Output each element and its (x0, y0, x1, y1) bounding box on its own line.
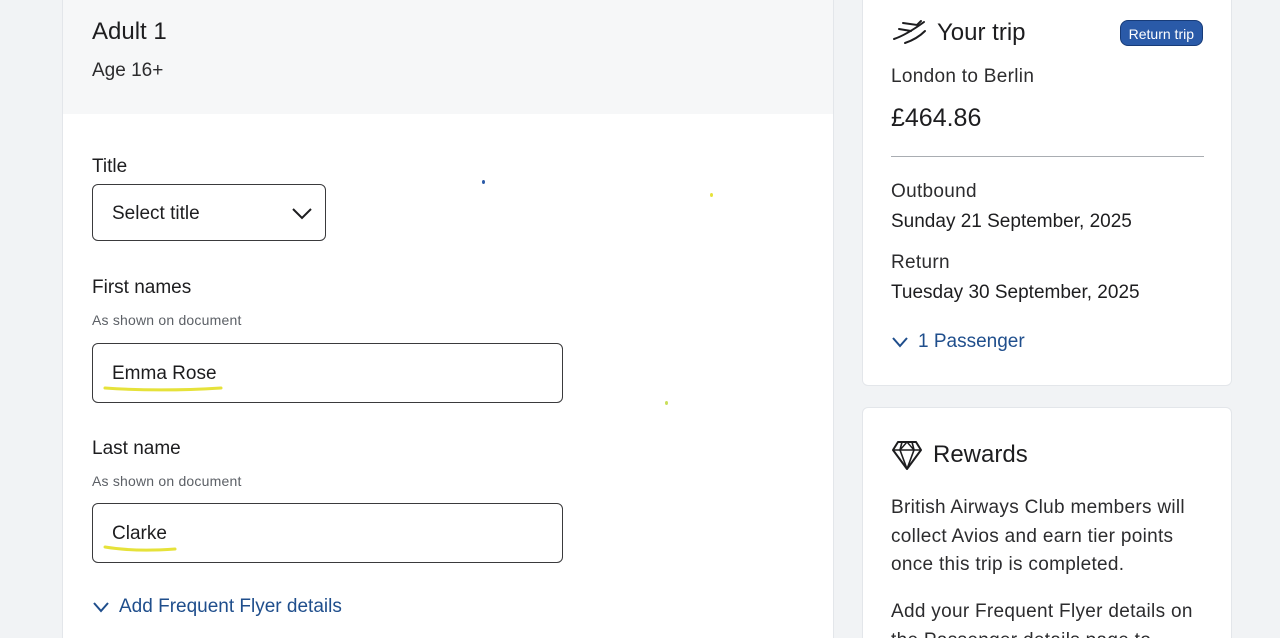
passenger-title: Adult 1 (92, 18, 167, 45)
rewards-header: Rewards (891, 439, 1028, 471)
rewards-description: British Airways Club members will collec… (891, 497, 1185, 575)
return-label: Return (891, 252, 950, 273)
first-names-hint: As shown on document (92, 312, 242, 328)
rewards-frequent-flyer-note: Add your Frequent Flyer details on the P… (891, 601, 1193, 638)
stray-dot (710, 193, 713, 197)
highlight-underline (103, 386, 223, 392)
trip-summary-card: Your trip Return trip London to Berlin £… (862, 0, 1232, 386)
first-names-label: First names (92, 277, 192, 298)
diamond-icon (892, 440, 922, 470)
passenger-form-card: Adult 1 Age 16+ Title Select title First… (62, 0, 834, 638)
rewards-title: Rewards (933, 441, 1028, 468)
divider (891, 156, 1204, 157)
passenger-header: Adult 1 Age 16+ (63, 0, 833, 114)
chevron-down-icon (93, 602, 109, 613)
add-frequent-flyer-link[interactable]: Add Frequent Flyer details (92, 596, 342, 618)
chevron-down-icon (892, 337, 908, 348)
title-select[interactable]: Select title (92, 184, 326, 241)
outbound-label: Outbound (891, 181, 977, 202)
first-names-value: Emma Rose (112, 363, 217, 384)
last-name-hint: As shown on document (92, 473, 242, 489)
passenger-age-group: Age 16+ (92, 60, 164, 81)
trip-price: £464.86 (891, 104, 982, 132)
chevron-down-icon (292, 208, 312, 220)
passenger-details-page: Adult 1 Age 16+ Title Select title First… (0, 0, 1280, 638)
last-name-label: Last name (92, 438, 181, 459)
highlight-underline (103, 545, 177, 552)
passengers-toggle[interactable]: 1 Passenger (891, 331, 1025, 353)
trip-header: Your trip (891, 17, 1026, 49)
stray-dot (482, 180, 485, 184)
first-names-input[interactable]: Emma Rose (92, 343, 563, 403)
rewards-card: Rewards British Airways Club members wil… (862, 407, 1232, 638)
return-trip-badge: Return trip (1119, 20, 1203, 46)
trip-route: London to Berlin (891, 66, 1035, 87)
title-select-value: Select title (112, 203, 200, 224)
add-frequent-flyer-label: Add Frequent Flyer details (119, 596, 342, 617)
return-date: Tuesday 30 September, 2025 (891, 282, 1140, 303)
outbound-date: Sunday 21 September, 2025 (891, 211, 1132, 232)
stray-dot (665, 401, 668, 405)
passengers-toggle-label: 1 Passenger (918, 331, 1025, 352)
plane-takeoff-icon (893, 20, 926, 44)
last-name-input[interactable]: Clarke (92, 503, 563, 563)
title-field-label: Title (92, 156, 128, 177)
trip-title: Your trip (937, 19, 1026, 46)
last-name-value: Clarke (112, 523, 167, 544)
